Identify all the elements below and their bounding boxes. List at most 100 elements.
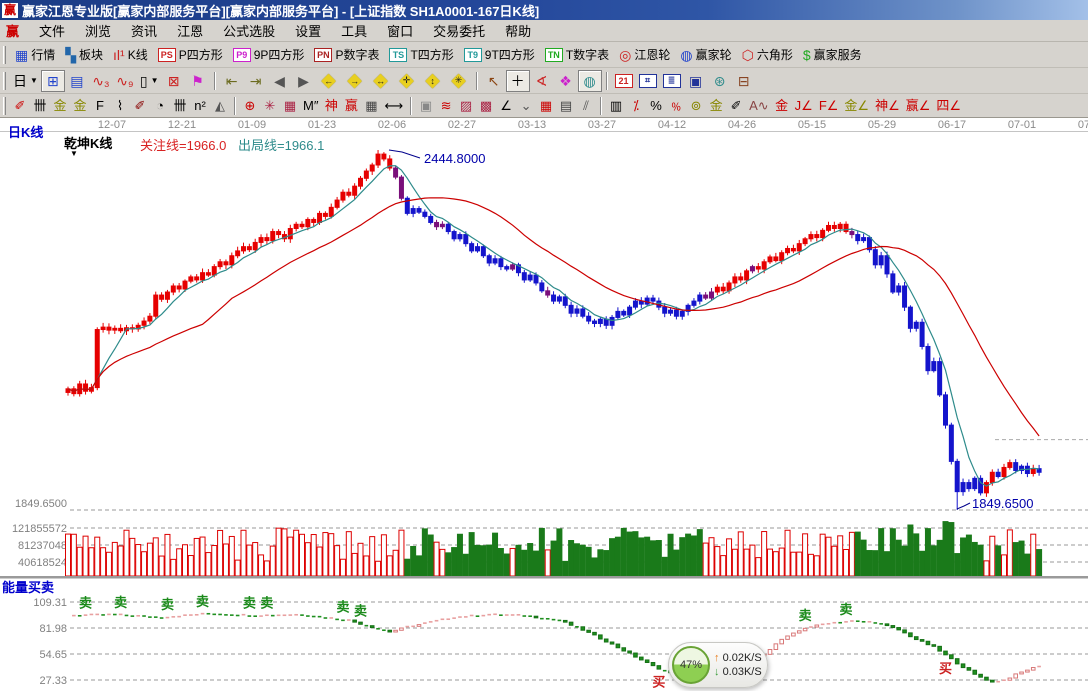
menu-item-工具[interactable]: 工具: [331, 22, 377, 41]
9p-square-button[interactable]: P99P四方形: [228, 44, 310, 66]
grid-number-tool[interactable]: ▦: [361, 95, 381, 117]
grid-dense-tool[interactable]: ▩: [476, 95, 496, 117]
box-tool[interactable]: ▣: [416, 95, 436, 117]
t-digit-table-button[interactable]: TNT数字表: [540, 44, 614, 66]
angle-measure-button[interactable]: ∢: [530, 70, 554, 92]
wave-a-tool[interactable]: A∿: [746, 95, 772, 117]
brush-tool[interactable]: ✐: [130, 95, 150, 117]
win-angle-tool[interactable]: 赢∠: [903, 95, 934, 117]
star-burst-tool[interactable]: ✳: [260, 95, 280, 117]
percent-line-tool[interactable]: ﹪: [666, 95, 686, 117]
download-progress-widget[interactable]: 47% ↑ 0.02K/S ↓ 0.03K/S: [668, 642, 768, 688]
win-hash-tool[interactable]: 赢: [341, 95, 361, 117]
period-day-selector[interactable]: 日▼: [10, 70, 41, 92]
n-square-tool[interactable]: n²: [190, 95, 210, 117]
shen-angle-tool[interactable]: 神∠: [872, 95, 903, 117]
candle-style-selector[interactable]: ▯▼: [137, 70, 162, 92]
f-angle-tool[interactable]: F∠: [816, 95, 842, 117]
send-to-pc-button[interactable]: ⊟: [732, 70, 756, 92]
winner-service-button[interactable]: $赢家服务: [798, 44, 867, 66]
menu-item-江恩[interactable]: 江恩: [167, 22, 213, 41]
grid-corner-tool[interactable]: ▤: [556, 95, 576, 117]
region-select-button[interactable]: ❖: [554, 70, 578, 92]
percent-tool[interactable]: %: [646, 95, 666, 117]
v-line-tool[interactable]: ⌄: [516, 95, 536, 117]
grid-red-tool[interactable]: ▦: [536, 95, 556, 117]
menu-item-浏览[interactable]: 浏览: [75, 22, 121, 41]
mini-chart-3-button[interactable]: ∿₃: [89, 70, 113, 92]
calculator-button[interactable]: ⌗: [636, 70, 660, 92]
next-page-button[interactable]: ▶: [292, 70, 316, 92]
hand-tool-button[interactable]: ↖: [482, 70, 506, 92]
p-square-button[interactable]: PSP四方形: [153, 44, 228, 66]
ray-fan-tool[interactable]: ≋: [436, 95, 456, 117]
shen-hash-tool[interactable]: 神: [321, 95, 341, 117]
smart-analysis-button[interactable]: ◍: [578, 70, 602, 92]
hexagon-button[interactable]: ⬡六角形: [737, 44, 798, 66]
bar-steps-tool[interactable]: ▥: [606, 95, 626, 117]
m-mark-tool[interactable]: M″: [300, 95, 321, 117]
toolbar-grip[interactable]: [3, 97, 6, 115]
toolbar-grip[interactable]: [3, 46, 6, 64]
circle-cycle-tool[interactable]: ◔: [150, 95, 170, 117]
world-clock-button[interactable]: ⊛: [708, 70, 732, 92]
grid-diagonal-tool[interactable]: ▨: [456, 95, 476, 117]
parallel-lines-tool[interactable]: ⫽: [576, 95, 596, 117]
target-circle-tool[interactable]: ⊕: [240, 95, 260, 117]
kline-chart-canvas[interactable]: 12-0712-2101-0901-2302-0602-2703-1303-27…: [0, 118, 1088, 691]
gann-hash-lines-tool[interactable]: 卌: [30, 95, 50, 117]
kline-button[interactable]: ıl¹K线: [108, 44, 153, 66]
info-panel-button[interactable]: ▤: [65, 70, 89, 92]
golden-hash-h-tool[interactable]: 金: [70, 95, 90, 117]
time-hash-tool[interactable]: 卌: [170, 95, 190, 117]
t-square-button[interactable]: TST四方形: [384, 44, 458, 66]
menu-item-设置[interactable]: 设置: [285, 22, 331, 41]
draw-pencil-tool[interactable]: ✐: [10, 95, 30, 117]
chart-area[interactable]: 12-0712-2101-0901-2302-0602-2703-1303-27…: [0, 118, 1088, 691]
network-layout-button[interactable]: ⊞: [41, 70, 65, 92]
diamond-left-button[interactable]: ◆←: [316, 70, 342, 92]
mini-chart-9-button[interactable]: ∿₉: [113, 70, 137, 92]
gold-angle-tool[interactable]: 金∠: [841, 95, 872, 117]
pattern-erase-button[interactable]: ⊠: [162, 70, 186, 92]
notepad-button[interactable]: ≣: [660, 70, 684, 92]
span-arrow-tool[interactable]: ⟷: [381, 95, 406, 117]
pen-mark-tool[interactable]: ✐: [726, 95, 746, 117]
prev-page-button[interactable]: ◀: [268, 70, 292, 92]
menu-item-窗口[interactable]: 窗口: [377, 22, 423, 41]
golden-hash-v-tool[interactable]: 金: [50, 95, 70, 117]
percent-band-tool[interactable]: ⁒: [626, 95, 646, 117]
diamond-horizontal-button[interactable]: ◆↔: [368, 70, 394, 92]
gold-red-tool[interactable]: 金: [772, 95, 792, 117]
calendar-button[interactable]: 21: [612, 70, 636, 92]
first-page-button[interactable]: ⇤: [220, 70, 244, 92]
gold-circle-tool[interactable]: ⊚: [686, 95, 706, 117]
diamond-right-button[interactable]: ◆→: [342, 70, 368, 92]
toolbar-grip[interactable]: [3, 72, 6, 90]
fibonacci-lines-tool[interactable]: F: [90, 95, 110, 117]
menu-item-文件[interactable]: 文件: [29, 22, 75, 41]
diamond-vertical-button[interactable]: ◆↕: [420, 70, 446, 92]
crosshair-tool-button[interactable]: ＋: [506, 70, 530, 92]
p-digit-table-button[interactable]: PNP数字表: [309, 44, 384, 66]
gann-wheel-button[interactable]: ◎江恩轮: [614, 44, 675, 66]
four-angle-tool[interactable]: 四∠: [933, 95, 964, 117]
diamond-center-button[interactable]: ◆✛: [394, 70, 420, 92]
grid-star-tool[interactable]: ▦: [280, 95, 300, 117]
menu-item-帮助[interactable]: 帮助: [495, 22, 541, 41]
9t-square-button[interactable]: T99T四方形: [459, 44, 540, 66]
angle-fan-tool[interactable]: ◭: [210, 95, 230, 117]
overlay-indicator-name[interactable]: 乾坤K线 ▼: [64, 133, 112, 156]
sectors-button[interactable]: ▚板块: [60, 44, 108, 66]
winner-wheel-button[interactable]: ◍赢家轮: [675, 44, 736, 66]
save-button[interactable]: ▣: [684, 70, 708, 92]
j-angle-tool[interactable]: J∠: [792, 95, 816, 117]
spiral-tool[interactable]: ⌇: [110, 95, 130, 117]
last-page-button[interactable]: ⇥: [244, 70, 268, 92]
menu-item-交易委托[interactable]: 交易委托: [423, 22, 495, 41]
menu-item-公式选股[interactable]: 公式选股: [213, 22, 285, 41]
gold-line-tool[interactable]: 金: [706, 95, 726, 117]
diamond-all-button[interactable]: ◆✳: [446, 70, 472, 92]
quotes-button[interactable]: ▦行情: [10, 44, 60, 66]
menu-item-资讯[interactable]: 资讯: [121, 22, 167, 41]
